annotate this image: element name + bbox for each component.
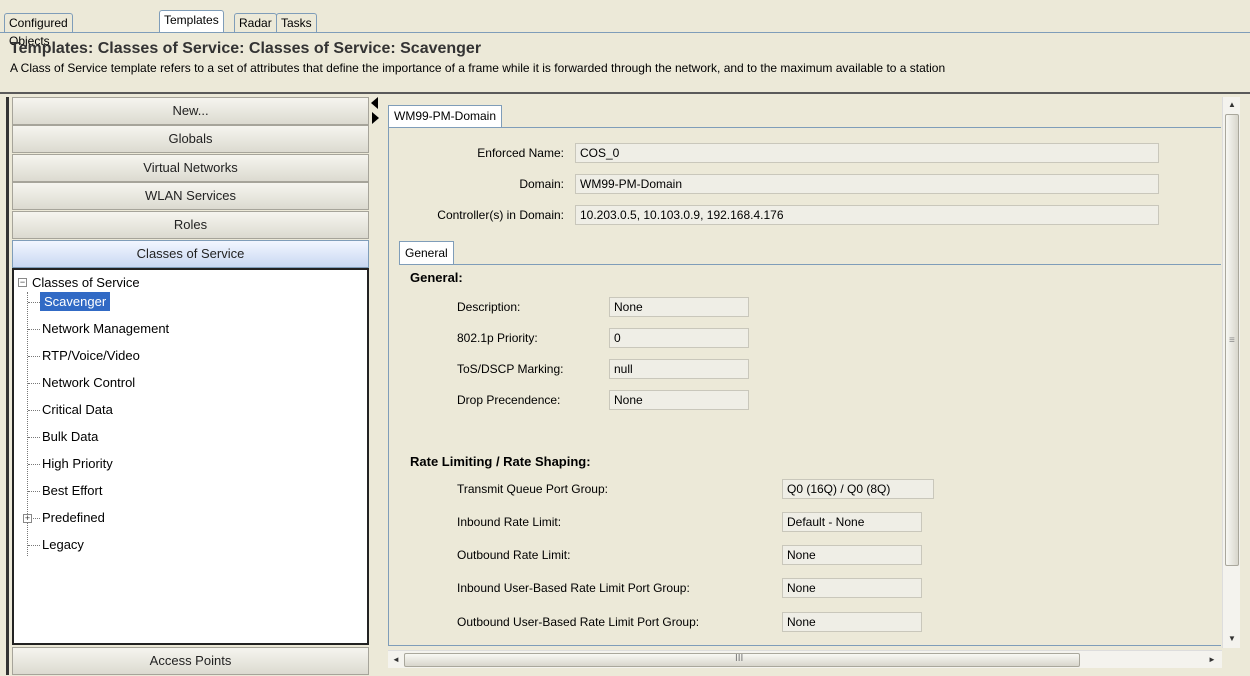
tree-connector (33, 518, 40, 519)
general-section-title: General: (410, 270, 463, 285)
tree-item-rtp-voice-video[interactable]: RTP/Voice/Video (42, 346, 140, 366)
collapse-left-icon[interactable] (371, 97, 378, 109)
tab-general[interactable]: General (399, 241, 454, 264)
outbound-user-rate-limit-label: Outbound User-Based Rate Limit Port Grou… (457, 615, 700, 629)
tab-configured-objects[interactable]: Configured Objects (4, 13, 73, 48)
header-divider (0, 92, 1250, 94)
tos-dscp-label: ToS/DSCP Marking: (457, 362, 564, 376)
horizontal-scrollbar[interactable]: ◄ III ► (388, 650, 1222, 668)
collapse-icon[interactable]: − (18, 278, 27, 287)
tree-connector (28, 356, 40, 357)
tree-item-legacy[interactable]: Legacy (42, 535, 84, 555)
tree-item-predefined[interactable]: Predefined (42, 508, 105, 528)
scroll-down-icon[interactable]: ▼ (1224, 631, 1240, 647)
tree-root[interactable]: Classes of Service (32, 273, 140, 293)
domain-label: Domain: (519, 177, 564, 191)
panel-splitter[interactable] (371, 97, 381, 675)
nav-globals-button[interactable]: Globals (12, 125, 369, 153)
tree-item-label: Legacy (42, 537, 84, 552)
tree-item-label: RTP/Voice/Video (42, 348, 140, 363)
drop-precedence-label: Drop Precendence: (457, 393, 561, 407)
outbound-rate-limit-field: None (782, 545, 922, 565)
tree-item-label: Best Effort (42, 483, 103, 498)
tree-connector (28, 329, 40, 330)
grip-icon: ≡ (1229, 335, 1235, 346)
controllers-label: Controller(s) in Domain: (437, 208, 564, 222)
tree-connector (28, 383, 40, 384)
page-description: A Class of Service template refers to a … (10, 61, 946, 75)
vertical-scrollbar[interactable]: ▲ ≡ ▼ (1222, 97, 1240, 648)
tree-root-label: Classes of Service (32, 275, 140, 290)
page-title: Templates: Classes of Service: Classes o… (10, 40, 482, 57)
tree-item-bulk-data[interactable]: Bulk Data (42, 427, 98, 447)
enforced-name-label: Enforced Name: (477, 146, 564, 160)
rate-limiting-section-title: Rate Limiting / Rate Shaping: (410, 454, 591, 469)
expand-icon[interactable]: + (23, 514, 32, 523)
tree-item-label: High Priority (42, 456, 113, 471)
outbound-user-rate-limit-field: None (782, 612, 922, 632)
scroll-right-icon[interactable]: ► (1204, 652, 1220, 668)
tree-item-label: Critical Data (42, 402, 113, 417)
transmit-queue-label: Transmit Queue Port Group: (457, 482, 608, 496)
tree-connector (28, 545, 40, 546)
inbound-user-rate-limit-field: None (782, 578, 922, 598)
details-panel: WM99-PM-Domain Enforced Name: COS_0 Doma… (388, 97, 1246, 676)
tree-connector (28, 437, 40, 438)
inbound-user-rate-limit-label: Inbound User-Based Rate Limit Port Group… (457, 581, 690, 595)
left-border (6, 97, 9, 675)
expand-right-icon[interactable] (372, 112, 379, 124)
tab-divider (0, 32, 1250, 33)
domain-field: WM99-PM-Domain (575, 174, 1159, 194)
tree-item-scavenger[interactable]: Scavenger (40, 292, 111, 312)
description-label: Description: (457, 300, 521, 314)
controllers-field: 10.203.0.5, 10.103.0.9, 192.168.4.176 (575, 205, 1159, 225)
tree-item-label: Network Management (42, 321, 170, 336)
grip-icon: III (735, 653, 744, 664)
page-header: Templates: Classes of Service: Classes o… (10, 40, 1240, 75)
tree-connector (28, 302, 40, 303)
tab-templates[interactable]: Templates (159, 10, 224, 33)
tree-item-label: Scavenger (40, 292, 111, 311)
tab-domain[interactable]: WM99-PM-Domain (388, 105, 503, 127)
tab-tasks[interactable]: Tasks (276, 13, 317, 33)
nav-classes-of-service-button[interactable]: Classes of Service (12, 240, 369, 268)
tos-dscp-field: null (609, 359, 749, 379)
nav-access-points-button[interactable]: Access Points (12, 647, 369, 675)
priority-label: 802.1p Priority: (457, 331, 538, 345)
tree-item-critical-data[interactable]: Critical Data (42, 400, 113, 420)
tree-connector (28, 410, 40, 411)
tree-item-best-effort[interactable]: Best Effort (42, 481, 102, 501)
outbound-rate-limit-label: Outbound Rate Limit: (457, 548, 571, 562)
class-of-service-tree: − Classes of Service Scavenger Network M… (12, 268, 369, 645)
tree-item-label: Bulk Data (42, 429, 99, 444)
tree-item-network-management[interactable]: Network Management (42, 319, 169, 339)
domain-content: Enforced Name: COS_0 Domain: WM99-PM-Dom… (388, 127, 1221, 646)
tree-item-network-control[interactable]: Network Control (42, 373, 135, 393)
tab-radar[interactable]: Radar (234, 13, 277, 33)
nav-new-button[interactable]: New... (12, 97, 369, 125)
drop-precedence-field: None (609, 390, 749, 410)
horizontal-scroll-thumb[interactable]: III (404, 653, 1080, 667)
scroll-left-icon[interactable]: ◄ (388, 652, 404, 668)
tree-item-high-priority[interactable]: High Priority (42, 454, 113, 474)
tree-connector (28, 491, 40, 492)
tree-connector (28, 464, 40, 465)
transmit-queue-field: Q0 (16Q) / Q0 (8Q) (782, 479, 934, 499)
nav-wlan-services-button[interactable]: WLAN Services (12, 182, 369, 210)
inbound-rate-limit-label: Inbound Rate Limit: (457, 515, 562, 529)
inbound-rate-limit-field: Default - None (782, 512, 922, 532)
priority-field: 0 (609, 328, 749, 348)
tree-item-label: Predefined (42, 510, 105, 525)
nav-roles-button[interactable]: Roles (12, 211, 369, 239)
general-tab-divider (399, 264, 1221, 265)
scroll-up-icon[interactable]: ▲ (1224, 97, 1240, 113)
tree-item-label: Network Control (42, 375, 136, 390)
navigation-panel: New... Globals Virtual Networks WLAN Ser… (12, 97, 369, 675)
enforced-name-field: COS_0 (575, 143, 1159, 163)
vertical-scroll-thumb[interactable]: ≡ (1225, 114, 1239, 566)
nav-virtual-networks-button[interactable]: Virtual Networks (12, 154, 369, 182)
description-field: None (609, 297, 749, 317)
